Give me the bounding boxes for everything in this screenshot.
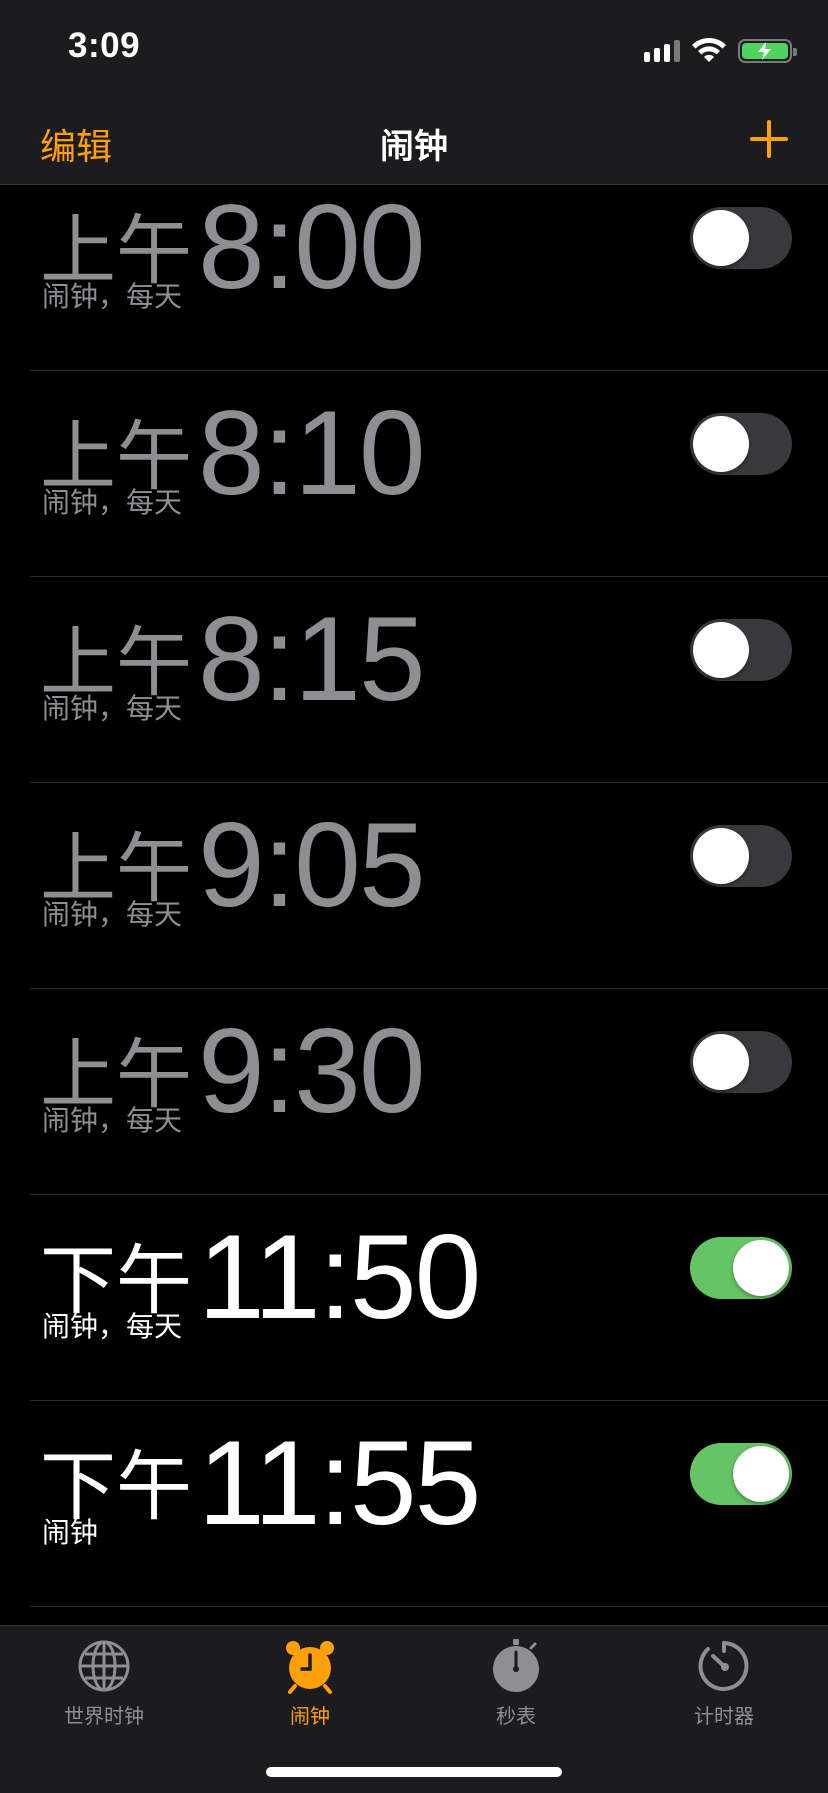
toggle-knob xyxy=(693,1034,749,1090)
navigation-bar: 编辑 闹钟 xyxy=(0,100,828,185)
row-divider xyxy=(30,1606,828,1607)
globe-icon xyxy=(78,1640,130,1692)
tab-label: 计时器 xyxy=(694,1704,754,1728)
alarm-toggle[interactable] xyxy=(690,619,792,681)
alarm-list[interactable]: 上午 8:00 闹钟，每天 上午 8:10 闹钟，每天 上午 8:15 闹钟，每… xyxy=(0,185,828,1625)
alarm-row[interactable]: 上午 8:00 闹钟，每天 xyxy=(0,185,828,371)
home-indicator[interactable] xyxy=(266,1767,562,1777)
alarm-time: 8:10 xyxy=(198,386,426,520)
toggle-knob xyxy=(733,1240,789,1296)
cellular-signal-icon xyxy=(644,40,680,62)
wifi-icon xyxy=(692,38,726,62)
alarm-label: 闹钟，每天 xyxy=(42,898,183,931)
alarm-row[interactable]: 下午 11:55 闹钟 xyxy=(0,1401,828,1607)
alarm-row[interactable]: 上午 8:10 闹钟，每天 xyxy=(0,371,828,577)
add-alarm-button[interactable] xyxy=(750,120,788,158)
alarm-label: 闹钟，每天 xyxy=(42,1310,183,1343)
alarm-toggle[interactable] xyxy=(690,1443,792,1505)
alarm-row[interactable]: 下午 11:50 闹钟，每天 xyxy=(0,1195,828,1401)
alarm-label: 闹钟，每天 xyxy=(42,1104,183,1137)
alarm-time: 11:50 xyxy=(198,1210,481,1344)
tab-label: 闹钟 xyxy=(290,1704,330,1728)
status-bar: 3:09 xyxy=(0,0,828,100)
alarm-row[interactable]: 上午 9:05 闹钟，每天 xyxy=(0,783,828,989)
alarm-toggle[interactable] xyxy=(690,207,792,269)
alarm-toggle[interactable] xyxy=(690,1237,792,1299)
tab-stopwatch[interactable]: 秒表 xyxy=(426,1638,606,1729)
alarm-label: 闹钟，每天 xyxy=(42,280,183,313)
toggle-knob xyxy=(693,828,749,884)
status-time: 3:09 xyxy=(68,26,141,65)
tab-world-clock[interactable]: 世界时钟 xyxy=(14,1638,194,1729)
alarm-row[interactable]: 上午 8:15 闹钟，每天 xyxy=(0,577,828,783)
alarm-clock-icon xyxy=(286,1641,334,1694)
alarm-label: 闹钟，每天 xyxy=(42,486,183,519)
alarm-time: 8:00 xyxy=(198,185,426,314)
alarm-time: 9:05 xyxy=(198,798,426,932)
alarm-toggle[interactable] xyxy=(690,1031,792,1093)
alarm-time: 11:55 xyxy=(198,1416,481,1550)
battery-charging-icon xyxy=(738,39,797,63)
status-icons xyxy=(644,34,797,68)
tab-timer[interactable]: 计时器 xyxy=(634,1638,814,1729)
alarm-row[interactable]: 上午 9:30 闹钟，每天 xyxy=(0,989,828,1195)
alarm-toggle[interactable] xyxy=(690,825,792,887)
toggle-knob xyxy=(693,210,749,266)
alarm-label: 闹钟，每天 xyxy=(42,692,183,725)
alarm-time: 8:15 xyxy=(198,592,426,726)
toggle-knob xyxy=(693,416,749,472)
toggle-knob xyxy=(733,1446,789,1502)
toggle-knob xyxy=(693,622,749,678)
timer-icon xyxy=(698,1641,749,1691)
alarm-toggle[interactable] xyxy=(690,413,792,475)
stopwatch-icon xyxy=(493,1639,539,1692)
tab-label: 秒表 xyxy=(496,1704,536,1728)
tab-label: 世界时钟 xyxy=(64,1704,144,1728)
page-title: 闹钟 xyxy=(380,127,448,167)
alarm-time: 9:30 xyxy=(198,1004,426,1138)
alarm-label: 闹钟 xyxy=(42,1516,99,1549)
tab-alarm[interactable]: 闹钟 xyxy=(220,1638,400,1729)
